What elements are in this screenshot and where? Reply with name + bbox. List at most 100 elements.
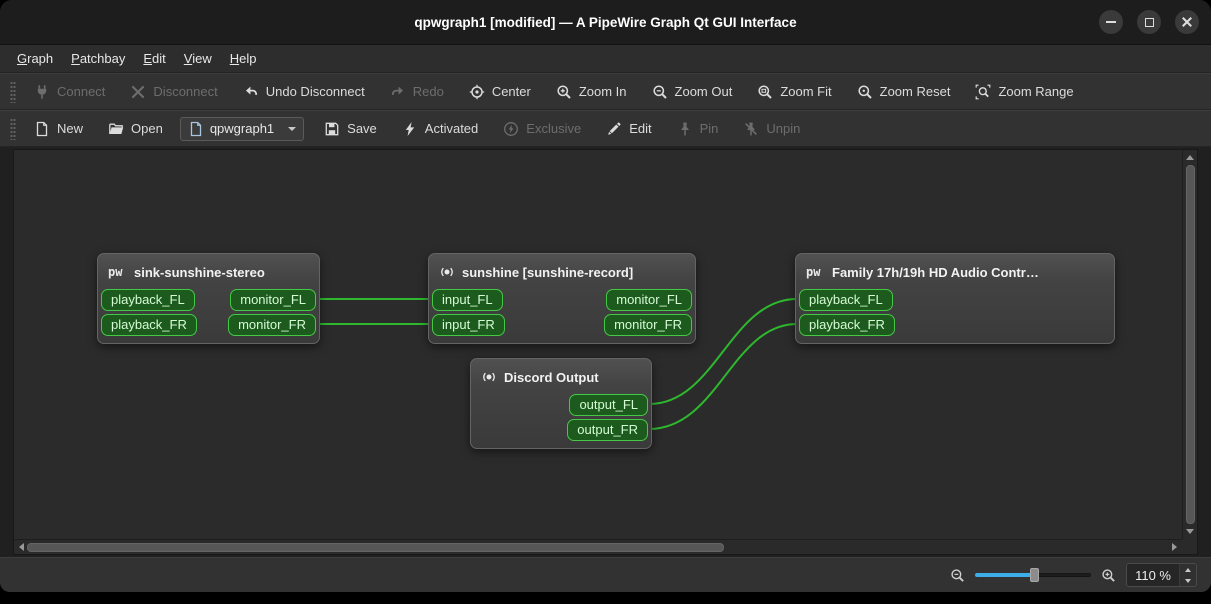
toolbar-drag-handle[interactable] [10,117,16,140]
zoom-fit-button[interactable]: Zoom Fit [749,79,839,105]
pin-label: Pin [699,121,719,136]
zoom-slider-thumb[interactable] [1030,568,1040,582]
node-title: sunshine [sunshine-record] [462,264,634,280]
menu-edit[interactable]: Edit [134,47,174,70]
horizontal-scrollbar-thumb[interactable] [27,542,724,552]
exclusive-toggle[interactable]: Exclusive [495,116,589,142]
zoom-range-label: Zoom Range [998,84,1074,99]
scroll-down-button[interactable] [1185,526,1196,537]
toolbar-drag-handle[interactable] [10,80,16,103]
exclusive-label: Exclusive [526,121,582,136]
node-sink-sunshine-stereo[interactable]: pw sink-sunshine-stereo playback_FL moni… [97,253,320,344]
open-folder-icon [108,121,124,137]
zoom-fit-icon [757,84,773,100]
arrow-up-icon [1186,155,1194,160]
activated-toggle[interactable]: Activated [394,116,486,142]
zoom-spinbox[interactable]: 110 % [1126,563,1197,587]
patchbay-profile-combo[interactable]: qpwgraph1 [179,116,305,141]
new-label: New [57,121,84,136]
zoom-slider[interactable] [975,567,1092,583]
node-sunshine-record[interactable]: sunshine [sunshine-record] input_FL moni… [428,253,696,344]
arrow-down-icon [1186,529,1194,534]
edit-toggle[interactable]: Edit [598,116,659,142]
node-discord-output[interactable]: Discord Output output_FL output_FR [470,358,652,449]
zoom-out-button[interactable]: Zoom Out [644,79,741,105]
activated-label: Activated [424,121,479,136]
svg-text:pw: pw [108,265,123,279]
center-button[interactable]: Center [461,79,539,105]
horizontal-scrollbar-track[interactable] [27,540,1169,554]
port-monitor-fl[interactable]: monitor_FL [606,289,692,311]
port-monitor-fr[interactable]: monitor_FR [228,314,316,336]
window-title: qpwgraph1 [modified] — A PipeWire Graph … [414,14,797,30]
bolt-icon [402,121,418,137]
vertical-scrollbar[interactable] [1182,150,1197,539]
port-list: input_FL monitor_FL input_FR monitor_FR [429,289,695,343]
vertical-scrollbar-thumb[interactable] [1185,165,1195,524]
node-title-bar: pw sink-sunshine-stereo [98,260,319,284]
node-title-bar: pw Family 17h/19h HD Audio Contr… [796,260,1114,284]
port-playback-fr[interactable]: playback_FR [799,314,895,336]
canvas-area: pw sink-sunshine-stereo playback_FL moni… [0,147,1211,557]
connection-wires [316,297,798,430]
port-playback-fl[interactable]: playback_FL [101,289,195,311]
port-output-fr[interactable]: output_FR [567,419,648,441]
zoom-range-button[interactable]: Zoom Range [967,79,1081,105]
zoom-slider-fill [975,573,1034,577]
menu-graph[interactable]: Graph [8,47,62,70]
open-label: Open [131,121,163,136]
unpin-icon [743,121,759,137]
menu-patchbay[interactable]: Patchbay [62,47,134,70]
zoom-spin-down-button[interactable] [1180,575,1196,586]
port-monitor-fr[interactable]: monitor_FR [604,314,692,336]
open-patchbay-button[interactable]: Open [100,116,171,142]
close-button[interactable] [1175,10,1199,34]
connect-icon [34,84,50,100]
connect-button[interactable]: Connect [26,79,113,105]
scroll-up-button[interactable] [1185,152,1196,163]
center-label: Center [491,84,531,99]
scroll-right-button[interactable] [1169,542,1180,553]
node-title-bar: sunshine [sunshine-record] [429,260,695,284]
redo-button[interactable]: Redo [382,79,452,105]
connect-label: Connect [57,84,106,99]
zoom-spin-up-button[interactable] [1180,564,1196,575]
port-input-fr[interactable]: input_FR [432,314,505,336]
scroll-left-button[interactable] [16,542,27,553]
maximize-button[interactable] [1137,10,1161,34]
zoom-out-icon [950,568,965,583]
menu-view[interactable]: View [175,47,221,70]
qpwgraph-window: qpwgraph1 [modified] — A PipeWire Graph … [0,0,1211,592]
pin-button[interactable]: Pin [669,116,727,142]
horizontal-scrollbar[interactable] [14,539,1182,554]
unpin-button[interactable]: Unpin [735,116,808,142]
menu-help[interactable]: Help [221,47,266,70]
new-patchbay-button[interactable]: New [26,116,91,142]
zoom-in-button[interactable]: Zoom In [548,79,635,105]
port-playback-fl[interactable]: playback_FL [799,289,893,311]
menubar: Graph Patchbay Edit View Help [0,45,1211,73]
graph-canvas[interactable]: pw sink-sunshine-stereo playback_FL moni… [14,150,1182,539]
undo-disconnect-label: Undo Disconnect [265,84,365,99]
save-patchbay-button[interactable]: Save [316,116,385,142]
disconnect-button[interactable]: Disconnect [122,79,225,105]
port-monitor-fl[interactable]: monitor_FL [230,289,316,311]
chevron-down-icon [288,126,297,131]
window-controls [1099,0,1199,44]
port-input-fl[interactable]: input_FL [432,289,503,311]
arrow-left-icon [19,543,24,551]
node-title: sink-sunshine-stereo [134,264,265,280]
node-family-hd-audio[interactable]: pw Family 17h/19h HD Audio Contr… playba… [795,253,1115,344]
minimize-icon [1106,21,1116,23]
save-icon [324,121,340,137]
zoom-reset-button[interactable]: Zoom Reset [849,79,959,105]
port-output-fl[interactable]: output_FL [569,394,648,416]
titlebar[interactable]: qpwgraph1 [modified] — A PipeWire Graph … [0,0,1211,45]
disconnect-icon [130,84,146,100]
port-list: output_FL output_FR [471,394,651,448]
disconnect-label: Disconnect [153,84,218,99]
undo-disconnect-button[interactable]: Undo Disconnect [235,79,373,105]
minimize-button[interactable] [1099,10,1123,34]
port-playback-fr[interactable]: playback_FR [101,314,197,336]
zoom-reset-icon [857,84,873,100]
